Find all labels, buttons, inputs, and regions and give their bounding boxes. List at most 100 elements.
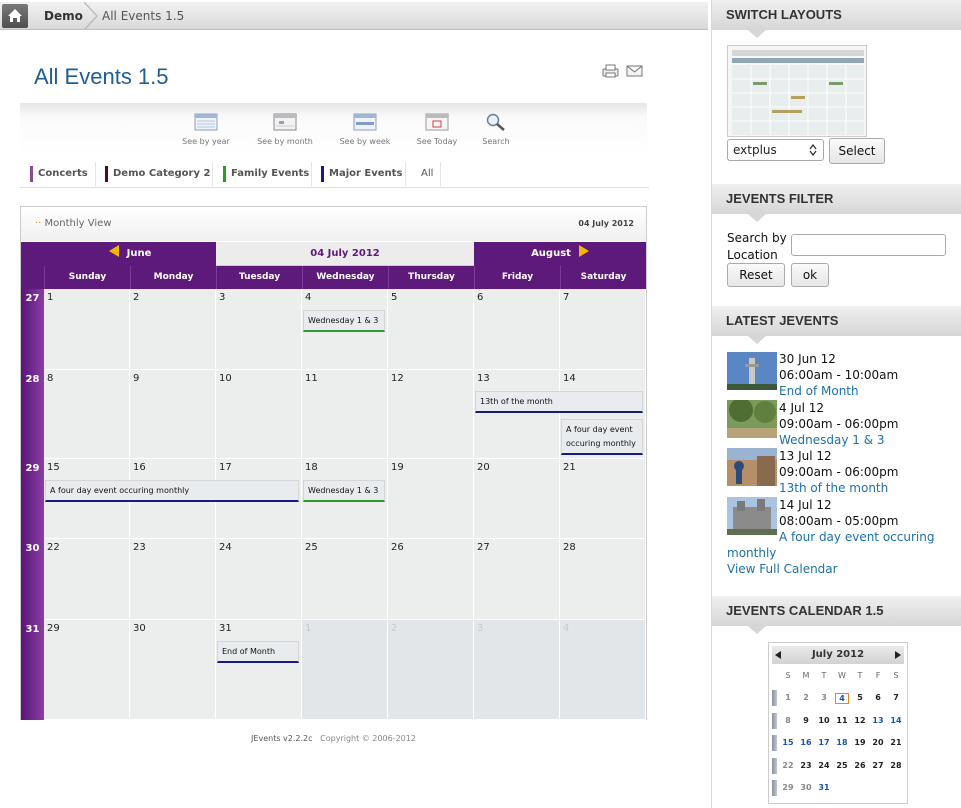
mini-prev-icon[interactable] bbox=[775, 651, 781, 659]
day-number[interactable]: 8 bbox=[47, 373, 53, 384]
day-number[interactable]: 22 bbox=[47, 542, 60, 553]
day-cell[interactable]: 1 bbox=[302, 620, 388, 720]
mini-week-bar[interactable] bbox=[772, 780, 777, 796]
day-number[interactable]: 14 bbox=[563, 373, 576, 384]
day-cell[interactable]: 11 bbox=[302, 370, 388, 459]
category-all[interactable]: All bbox=[413, 162, 441, 186]
nav-see-by-week[interactable]: See by week bbox=[334, 113, 396, 146]
nav-see-by-year[interactable]: See by year bbox=[176, 113, 236, 146]
mini-day[interactable]: 26 bbox=[851, 761, 869, 770]
day-number[interactable]: 3 bbox=[219, 292, 225, 303]
mini-day[interactable]: 5 bbox=[851, 693, 869, 702]
day-cell[interactable]: 2 bbox=[388, 620, 474, 720]
day-number[interactable]: 15 bbox=[47, 462, 60, 473]
mini-day[interactable]: 27 bbox=[869, 761, 887, 770]
latest-event-link[interactable]: A four day event occuring bbox=[779, 529, 934, 546]
day-number[interactable]: 19 bbox=[391, 462, 404, 473]
event-wednesday-1-3[interactable]: Wednesday 1 & 3 bbox=[303, 310, 385, 332]
mini-day[interactable]: 9 bbox=[797, 716, 815, 725]
day-number[interactable]: 17 bbox=[219, 462, 232, 473]
day-number[interactable]: 21 bbox=[563, 462, 576, 473]
day-cell[interactable]: 10 bbox=[216, 370, 302, 459]
day-cell[interactable]: 31 bbox=[216, 620, 302, 720]
reset-button[interactable]: Reset bbox=[727, 263, 785, 287]
day-number[interactable]: 31 bbox=[219, 623, 232, 634]
day-number[interactable]: 12 bbox=[391, 373, 404, 384]
day-cell[interactable]: 3 bbox=[216, 289, 302, 370]
mini-day[interactable]: 1 bbox=[779, 693, 797, 702]
mini-day[interactable]: 25 bbox=[833, 761, 851, 770]
day-number[interactable]: 5 bbox=[391, 292, 397, 303]
day-number[interactable]: 30 bbox=[133, 623, 146, 634]
day-number[interactable]: 16 bbox=[133, 462, 146, 473]
event-13th-of-month[interactable]: 13th of the month bbox=[475, 391, 643, 413]
day-number[interactable]: 27 bbox=[477, 542, 490, 553]
day-number[interactable]: 1 bbox=[47, 292, 53, 303]
mini-next-icon[interactable] bbox=[895, 651, 901, 659]
mini-day[interactable]: 24 bbox=[815, 761, 833, 770]
ok-button[interactable]: ok bbox=[791, 263, 829, 287]
mini-day[interactable]: 4 bbox=[835, 693, 849, 704]
week-number[interactable]: 29 bbox=[21, 463, 44, 474]
day-cell[interactable]: 3 bbox=[474, 620, 560, 720]
layout-thumbnail[interactable] bbox=[727, 45, 867, 137]
mini-week-bar[interactable] bbox=[772, 757, 777, 774]
week-number[interactable]: 30 bbox=[21, 543, 44, 554]
next-month-button[interactable]: August bbox=[474, 242, 646, 266]
day-number[interactable]: 7 bbox=[563, 292, 569, 303]
day-number[interactable]: 28 bbox=[563, 542, 576, 553]
day-cell[interactable]: 2 bbox=[130, 289, 216, 370]
view-full-calendar-link[interactable]: View Full Calendar bbox=[727, 561, 838, 578]
day-number[interactable]: 24 bbox=[219, 542, 232, 553]
mini-day[interactable]: 8 bbox=[779, 716, 797, 725]
week-number[interactable]: 27 bbox=[21, 293, 44, 304]
mini-day[interactable]: 14 bbox=[887, 716, 905, 725]
mini-day[interactable]: 2 bbox=[797, 693, 815, 702]
day-cell[interactable]: 29 bbox=[44, 620, 130, 720]
mini-day[interactable]: 28 bbox=[887, 761, 905, 770]
mini-day[interactable]: 23 bbox=[797, 761, 815, 770]
mini-day[interactable]: 10 bbox=[815, 716, 833, 725]
prev-month-button[interactable]: June bbox=[44, 242, 216, 266]
mini-week-bar[interactable] bbox=[772, 690, 777, 706]
week-number[interactable]: 28 bbox=[21, 374, 44, 385]
mini-day[interactable]: 17 bbox=[815, 738, 833, 747]
day-cell[interactable]: 20 bbox=[474, 459, 560, 539]
day-cell[interactable]: 27 bbox=[474, 539, 560, 620]
day-cell[interactable]: 4 bbox=[560, 620, 646, 720]
category-demo-2[interactable]: Demo Category 2 bbox=[105, 162, 213, 186]
email-icon[interactable] bbox=[626, 64, 643, 78]
day-number[interactable]: 4 bbox=[563, 623, 569, 634]
mini-day[interactable]: 30 bbox=[797, 783, 815, 792]
day-cell[interactable]: 24 bbox=[216, 539, 302, 620]
day-cell[interactable]: 21 bbox=[560, 459, 646, 539]
day-cell[interactable]: 12 bbox=[388, 370, 474, 459]
day-cell[interactable]: 28 bbox=[560, 539, 646, 620]
latest-event-link[interactable]: 13th of the month bbox=[779, 480, 888, 497]
day-cell[interactable]: 25 bbox=[302, 539, 388, 620]
latest-event-link-cont[interactable]: monthly bbox=[727, 545, 776, 562]
day-number[interactable]: 3 bbox=[477, 623, 483, 634]
mini-day[interactable]: 20 bbox=[869, 738, 887, 747]
day-cell[interactable]: 9 bbox=[130, 370, 216, 459]
nav-see-today[interactable]: See Today bbox=[410, 113, 464, 146]
day-cell[interactable]: 19 bbox=[388, 459, 474, 539]
print-icon[interactable] bbox=[602, 64, 619, 78]
select-layout-button[interactable]: Select bbox=[829, 138, 885, 164]
day-cell[interactable]: 13 bbox=[474, 370, 560, 459]
mini-day[interactable]: 21 bbox=[887, 738, 905, 747]
event-end-of-month[interactable]: End of Month bbox=[217, 641, 299, 663]
nav-see-by-month[interactable]: See by month bbox=[252, 113, 318, 146]
home-icon[interactable] bbox=[2, 4, 28, 28]
day-number[interactable]: 9 bbox=[133, 373, 139, 384]
day-cell[interactable]: 8 bbox=[44, 370, 130, 459]
day-number[interactable]: 2 bbox=[391, 623, 397, 634]
mini-day[interactable]: 18 bbox=[833, 738, 851, 747]
day-cell[interactable]: 6 bbox=[474, 289, 560, 370]
mini-day[interactable]: 22 bbox=[779, 761, 797, 770]
week-number[interactable]: 31 bbox=[21, 624, 44, 635]
day-number[interactable]: 25 bbox=[305, 542, 318, 553]
category-major-events[interactable]: Major Events bbox=[321, 162, 406, 186]
day-number[interactable]: 23 bbox=[133, 542, 146, 553]
mini-day[interactable]: 31 bbox=[815, 783, 833, 792]
